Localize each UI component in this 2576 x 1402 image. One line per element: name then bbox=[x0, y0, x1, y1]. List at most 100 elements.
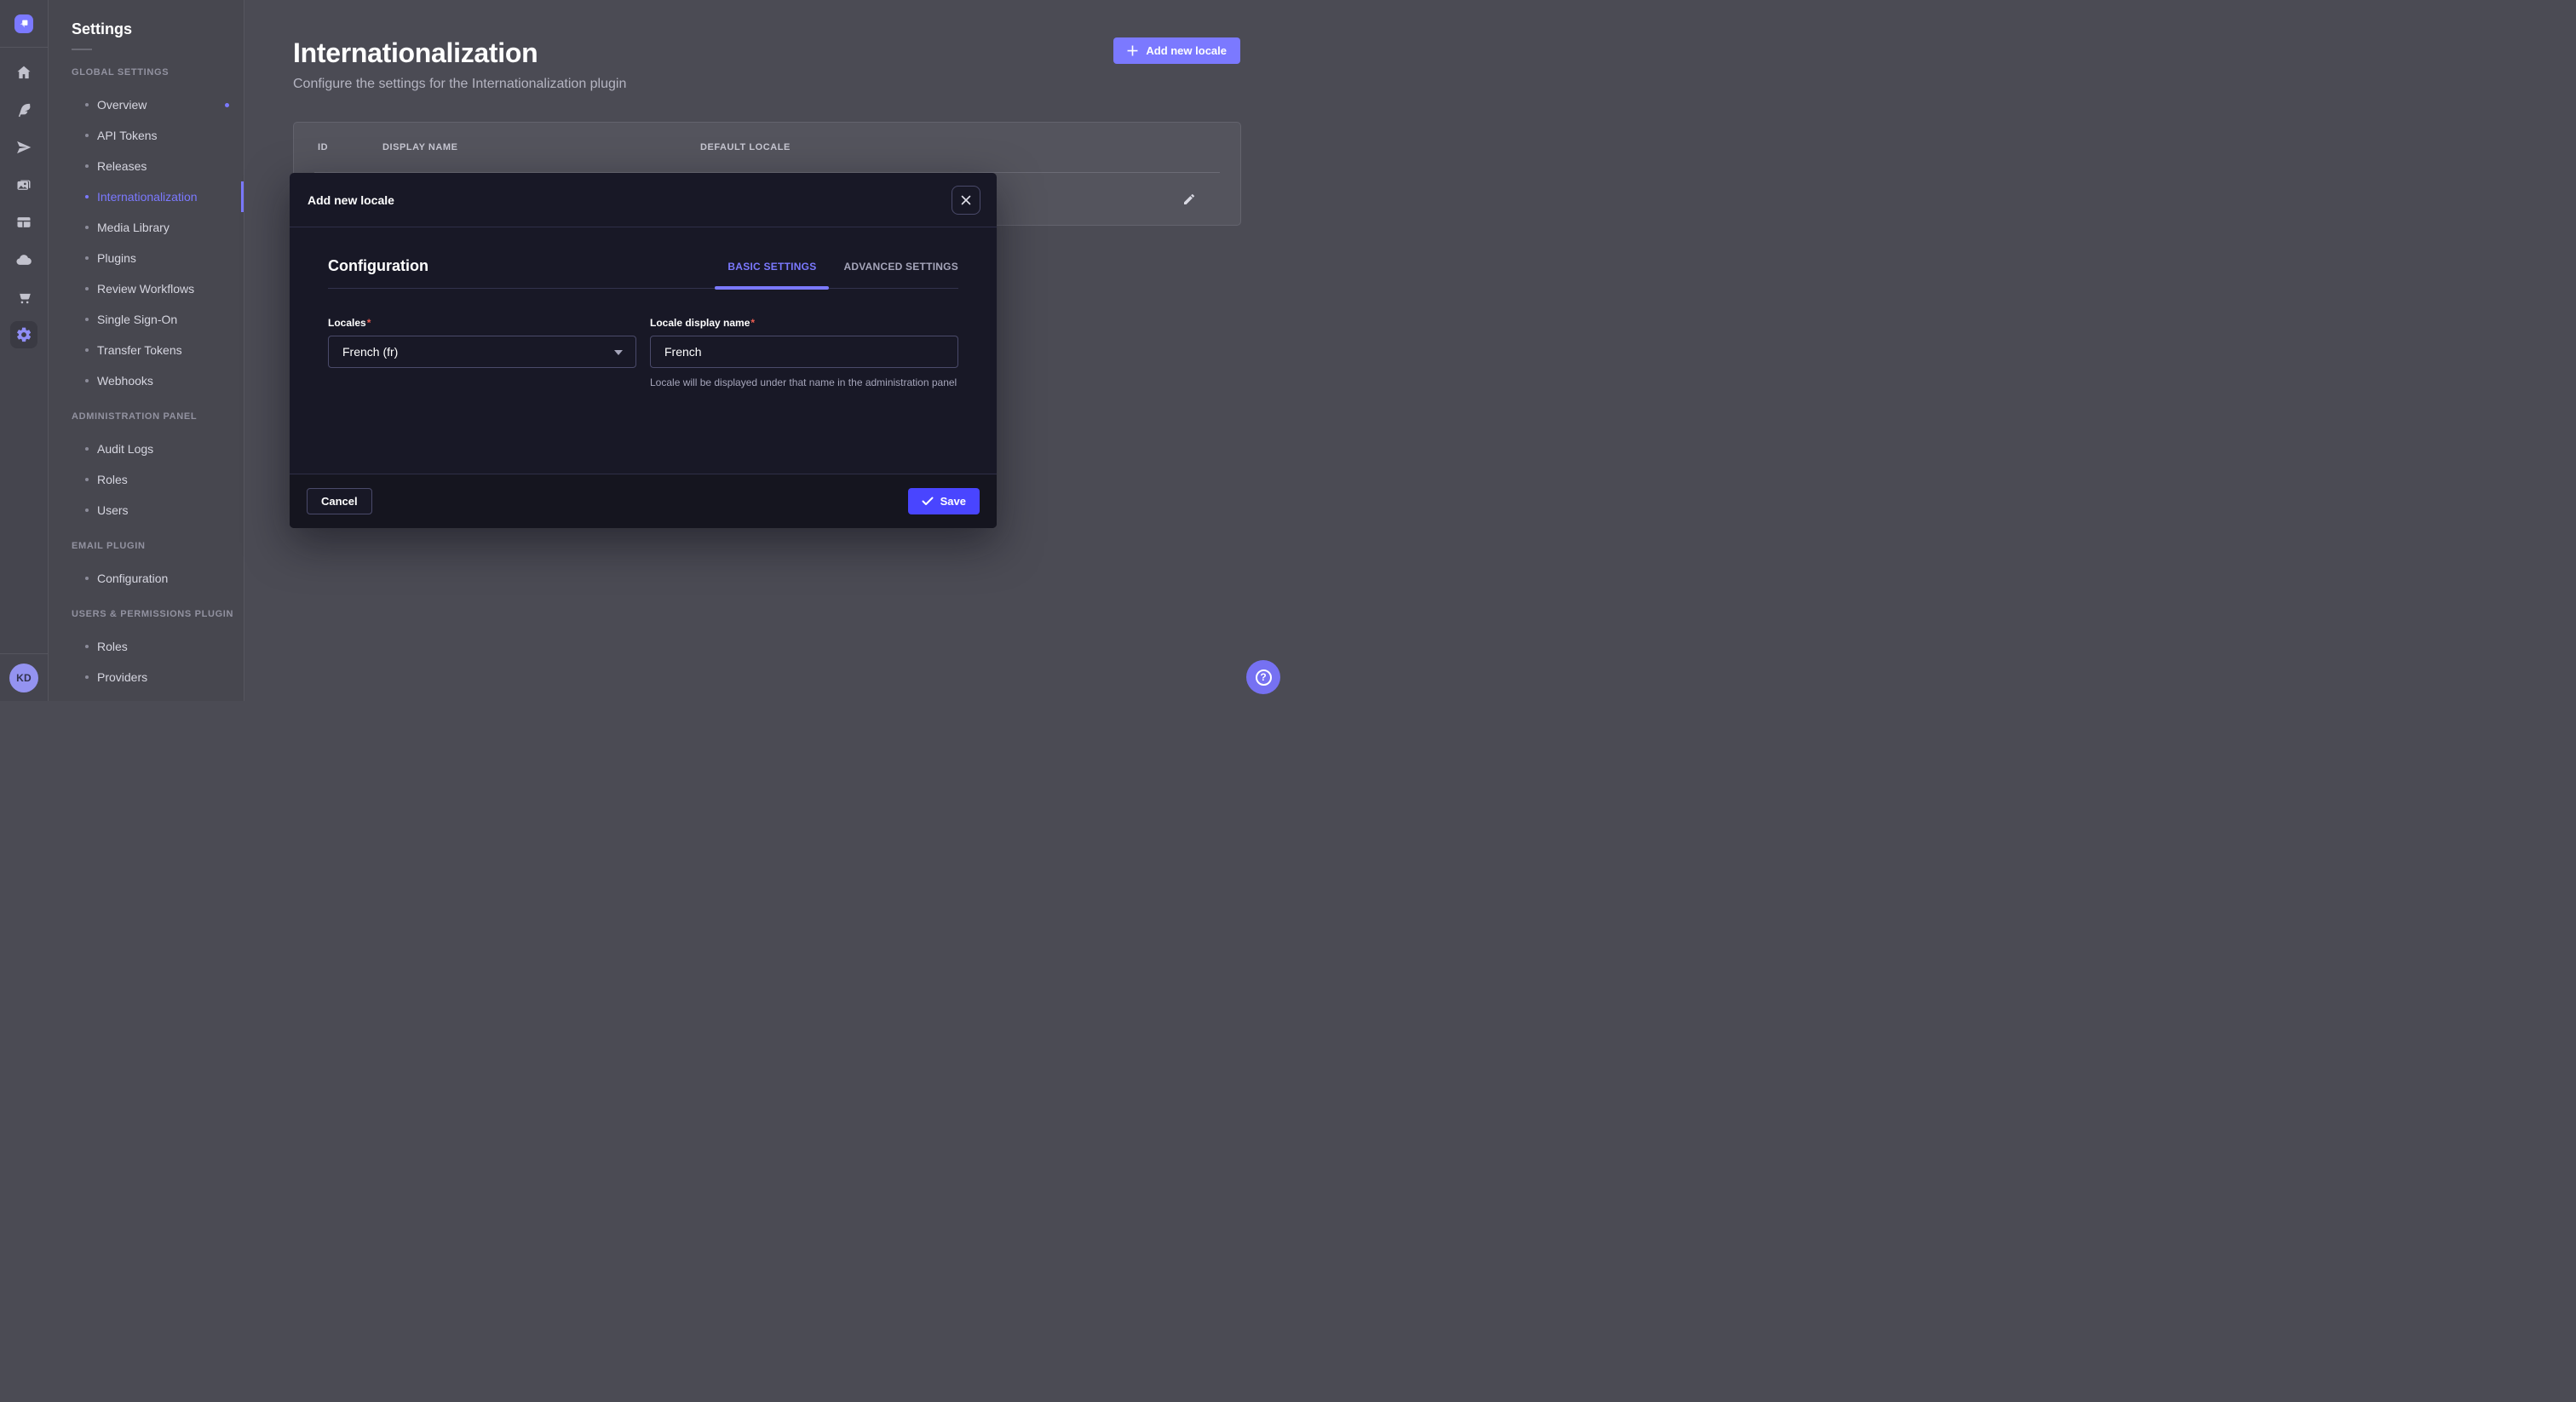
global-settings-list: Overview API Tokens Releases Internation… bbox=[72, 89, 244, 396]
display-name-label: Locale display name* bbox=[650, 317, 958, 329]
configuration-section-header: Configuration BASIC SETTINGS ADVANCED SE… bbox=[328, 257, 958, 289]
sidebar-item-email-configuration[interactable]: Configuration bbox=[72, 563, 244, 594]
question-mark-icon: ? bbox=[1256, 669, 1272, 686]
rail-bottom-section: KD bbox=[0, 653, 48, 701]
required-asterisk: * bbox=[750, 317, 755, 329]
home-icon[interactable] bbox=[10, 59, 37, 86]
releases-plane-icon[interactable] bbox=[10, 134, 37, 161]
administration-panel-list: Audit Logs Roles Users bbox=[72, 434, 244, 526]
modal-title: Add new locale bbox=[308, 193, 394, 207]
sidebar-item-review-workflows[interactable]: Review Workflows bbox=[72, 273, 244, 304]
bullet-icon bbox=[85, 478, 89, 481]
sidebar-item-webhooks[interactable]: Webhooks bbox=[72, 365, 244, 396]
column-default-locale: DEFAULT LOCALE bbox=[700, 142, 791, 152]
modal-header: Add new locale bbox=[290, 173, 997, 227]
required-asterisk: * bbox=[367, 317, 371, 329]
section-email-plugin: EMAIL PLUGIN bbox=[72, 540, 244, 552]
bullet-icon bbox=[85, 509, 89, 512]
main-nav-rail: KD bbox=[0, 0, 49, 701]
sidebar-item-transfer-tokens[interactable]: Transfer Tokens bbox=[72, 335, 244, 365]
check-icon bbox=[922, 497, 934, 506]
chevron-down-icon bbox=[614, 350, 623, 355]
locales-field: Locales* French (fr) bbox=[328, 317, 636, 391]
sidebar-item-audit-logs[interactable]: Audit Logs bbox=[72, 434, 244, 464]
locale-form-fields: Locales* French (fr) Locale display name… bbox=[328, 317, 958, 391]
column-id: ID bbox=[318, 142, 328, 152]
settings-sidebar: Settings GLOBAL SETTINGS Overview API To… bbox=[49, 0, 244, 701]
column-display-name: DISPLAY NAME bbox=[382, 142, 458, 152]
close-icon bbox=[961, 195, 971, 205]
configuration-title: Configuration bbox=[328, 257, 428, 288]
locales-select[interactable]: French (fr) bbox=[328, 336, 636, 368]
section-administration-panel: ADMINISTRATION PANEL bbox=[72, 411, 244, 422]
display-name-field: Locale display name* Locale will be disp… bbox=[650, 317, 958, 391]
sidebar-item-plugins[interactable]: Plugins bbox=[72, 243, 244, 273]
app-canvas: KD Settings GLOBAL SETTINGS Overview API… bbox=[0, 0, 1288, 701]
sidebar-item-single-sign-on[interactable]: Single Sign-On bbox=[72, 304, 244, 335]
add-locale-modal: Add new locale Configuration BASIC SETTI… bbox=[290, 173, 997, 528]
settings-gear-icon[interactable] bbox=[10, 321, 37, 348]
bullet-icon bbox=[85, 379, 89, 382]
bullet-icon bbox=[85, 103, 89, 106]
bullet-icon bbox=[85, 195, 89, 198]
tab-basic-settings[interactable]: BASIC SETTINGS bbox=[727, 261, 816, 288]
email-plugin-list: Configuration bbox=[72, 563, 244, 594]
users-permissions-list: Roles Providers bbox=[72, 631, 244, 692]
add-new-locale-button[interactable]: Add new locale bbox=[1113, 37, 1240, 64]
sidebar-item-api-tokens[interactable]: API Tokens bbox=[72, 120, 244, 151]
section-global-settings: GLOBAL SETTINGS bbox=[72, 66, 244, 78]
sidebar-title: Settings bbox=[72, 20, 244, 38]
sidebar-item-admin-users[interactable]: Users bbox=[72, 495, 244, 526]
plus-icon bbox=[1127, 45, 1138, 56]
strapi-logo-icon bbox=[18, 18, 30, 30]
bullet-icon bbox=[85, 318, 89, 321]
sidebar-item-up-roles[interactable]: Roles bbox=[72, 631, 244, 662]
help-button[interactable]: ? bbox=[1246, 660, 1280, 694]
strapi-logo[interactable] bbox=[14, 14, 33, 33]
media-pictures-icon[interactable] bbox=[10, 171, 37, 198]
layout-icon[interactable] bbox=[10, 209, 37, 236]
logo-section bbox=[0, 0, 48, 48]
bullet-icon bbox=[85, 164, 89, 168]
locales-select-value: French (fr) bbox=[342, 345, 398, 359]
bullet-icon bbox=[85, 134, 89, 137]
edit-locale-button[interactable] bbox=[1176, 186, 1203, 213]
page-subtitle: Configure the settings for the Internati… bbox=[293, 77, 1288, 92]
cloud-icon[interactable] bbox=[10, 246, 37, 273]
save-button[interactable]: Save bbox=[908, 488, 980, 514]
notification-dot-icon bbox=[225, 103, 229, 107]
bullet-icon bbox=[85, 226, 89, 229]
sidebar-item-media-library[interactable]: Media Library bbox=[72, 212, 244, 243]
pencil-icon bbox=[1182, 192, 1196, 206]
marketplace-cart-icon[interactable] bbox=[10, 284, 37, 311]
section-users-permissions-plugin: USERS & PERMISSIONS PLUGIN bbox=[72, 608, 244, 620]
locales-label: Locales* bbox=[328, 317, 636, 329]
content-feather-icon[interactable] bbox=[10, 96, 37, 124]
bullet-icon bbox=[85, 287, 89, 290]
bullet-icon bbox=[85, 348, 89, 352]
sidebar-title-divider bbox=[72, 49, 92, 50]
active-indicator bbox=[241, 181, 244, 212]
display-name-hint: Locale will be displayed under that name… bbox=[650, 375, 958, 391]
cancel-button[interactable]: Cancel bbox=[307, 488, 372, 514]
bullet-icon bbox=[85, 447, 89, 451]
page-header: Internationalization Configure the setti… bbox=[244, 0, 1288, 92]
sidebar-item-internationalization[interactable]: Internationalization bbox=[72, 181, 244, 212]
rail-icon-list bbox=[0, 48, 48, 348]
user-avatar[interactable]: KD bbox=[9, 664, 38, 692]
sidebar-item-up-providers[interactable]: Providers bbox=[72, 662, 244, 692]
sidebar-item-releases[interactable]: Releases bbox=[72, 151, 244, 181]
display-name-input[interactable] bbox=[650, 336, 958, 368]
bullet-icon bbox=[85, 256, 89, 260]
bullet-icon bbox=[85, 577, 89, 580]
bullet-icon bbox=[85, 675, 89, 679]
sidebar-item-admin-roles[interactable]: Roles bbox=[72, 464, 244, 495]
locales-table-header: ID DISPLAY NAME DEFAULT LOCALE bbox=[294, 123, 1240, 172]
modal-body: Configuration BASIC SETTINGS ADVANCED SE… bbox=[290, 257, 997, 391]
modal-footer: Cancel Save bbox=[290, 474, 997, 528]
tab-advanced-settings[interactable]: ADVANCED SETTINGS bbox=[843, 261, 958, 288]
settings-tabs: BASIC SETTINGS ADVANCED SETTINGS bbox=[727, 261, 958, 288]
close-modal-button[interactable] bbox=[952, 186, 980, 215]
bullet-icon bbox=[85, 645, 89, 648]
sidebar-item-overview[interactable]: Overview bbox=[72, 89, 244, 120]
